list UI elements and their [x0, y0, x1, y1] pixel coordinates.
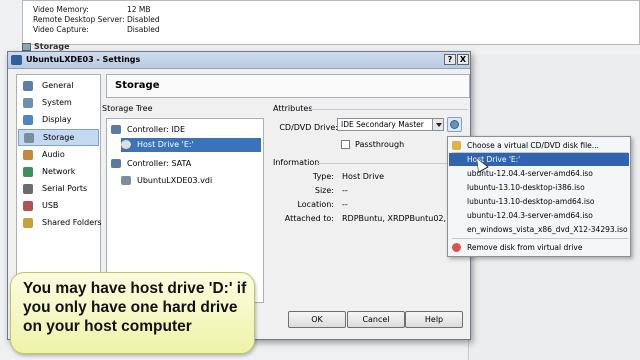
- menu-separator: [452, 238, 628, 239]
- menu-item-iso[interactable]: en_windows_vista_x86_dvd_X12-34293.iso: [449, 223, 629, 236]
- dialog-title: UbuntuLXDE03 - Settings: [26, 55, 141, 64]
- display-icon: [23, 115, 33, 125]
- info-value: --: [342, 186, 348, 195]
- nav-item-usb[interactable]: USB: [18, 198, 99, 215]
- info-label: Size:: [314, 186, 334, 195]
- info-value: RDPBuntu, XRDPBuntu02, DBA: [342, 214, 448, 223]
- nav-item-display[interactable]: Display: [18, 112, 99, 129]
- general-icon: [23, 81, 33, 91]
- close-button[interactable]: X: [457, 54, 469, 65]
- storage-tree-label: Storage Tree: [102, 104, 153, 113]
- info-label: Location:: [297, 200, 334, 209]
- menu-item-iso[interactable]: lubuntu-13.10-desktop-i386.iso: [449, 181, 629, 194]
- chevron-down-icon[interactable]: [432, 119, 443, 130]
- cd-drive-select[interactable]: IDE Secondary Master: [337, 118, 444, 131]
- nav-item-serial-ports[interactable]: Serial Ports: [18, 181, 99, 198]
- audio-icon: [23, 150, 33, 160]
- help-title-button[interactable]: ?: [444, 54, 456, 65]
- choose-disk-button[interactable]: [447, 117, 462, 132]
- info-value: Host Drive: [342, 172, 385, 181]
- storage-section-title: Storage: [34, 42, 70, 51]
- remove-disk-icon: [452, 243, 461, 252]
- cd-drive-value: IDE Secondary Master: [341, 120, 424, 129]
- menu-item-iso[interactable]: lubuntu-13.10-desktop-amd64.iso: [449, 195, 629, 208]
- divider: [318, 163, 468, 164]
- details-panel: Video Memory: 12 MB Remote Desktop Server…: [22, 0, 640, 45]
- detail-row: Video Memory: 12 MB: [33, 5, 151, 14]
- tree-vdi-disk[interactable]: UbuntuLXDE03.vdi: [121, 174, 261, 188]
- divider: [308, 109, 468, 110]
- network-icon: [23, 167, 33, 177]
- info-label: Attached to:: [284, 214, 334, 223]
- tree-host-drive[interactable]: Host Drive 'E:': [121, 138, 261, 152]
- info-label: Type:: [312, 172, 334, 181]
- nav-item-network[interactable]: Network: [18, 164, 99, 181]
- nav-item-storage[interactable]: Storage: [18, 129, 99, 146]
- ok-button[interactable]: OK: [288, 311, 346, 328]
- storage-icon: [24, 133, 34, 143]
- optical-drive-icon: [121, 140, 131, 149]
- passthrough-checkbox[interactable]: [341, 140, 350, 149]
- nav-item-audio[interactable]: Audio: [18, 147, 99, 164]
- information-label: Information: [273, 158, 320, 167]
- tree-controller-ide[interactable]: Controller: IDE: [111, 123, 261, 137]
- shared-folder-icon: [23, 218, 33, 228]
- sata-controller-icon: [111, 159, 121, 168]
- page-title: Storage: [115, 80, 160, 91]
- optical-disk-icon: [450, 120, 459, 129]
- tutorial-callout: You may have host drive 'D:' if you only…: [10, 272, 255, 354]
- nav-item-system[interactable]: System: [18, 95, 99, 112]
- help-button[interactable]: Help: [405, 311, 463, 328]
- detail-row: Remote Desktop Server: Disabled: [33, 15, 160, 24]
- serial-port-icon: [23, 184, 33, 194]
- nav-item-general[interactable]: General: [18, 78, 99, 95]
- attributes-label: Attributes: [273, 104, 313, 113]
- virtualbox-icon: [11, 55, 22, 65]
- menu-item-remove-disk[interactable]: Remove disk from virtual drive: [449, 241, 629, 254]
- info-value: --: [342, 200, 348, 209]
- cancel-button[interactable]: Cancel: [347, 311, 405, 328]
- cd-drive-label: CD/DVD Drive:: [279, 123, 338, 132]
- menu-item-choose-disk[interactable]: Choose a virtual CD/DVD disk file...: [449, 139, 629, 152]
- ide-controller-icon: [111, 125, 121, 134]
- menu-item-iso[interactable]: ubuntu-12.04.3-server-amd64.iso: [449, 209, 629, 222]
- nav-item-shared-folders[interactable]: Shared Folders: [18, 215, 102, 232]
- folder-icon: [452, 141, 461, 150]
- storage-section-icon: [22, 43, 31, 51]
- page-header: Storage: [106, 74, 470, 98]
- tree-controller-sata[interactable]: Controller: SATA: [111, 157, 261, 171]
- detail-row: Video Capture: Disabled: [33, 25, 160, 34]
- system-icon: [23, 98, 33, 108]
- hard-disk-icon: [121, 176, 131, 185]
- callout-text: You may have host drive 'D:' if you only…: [23, 280, 247, 335]
- disk-menu: Choose a virtual CD/DVD disk file... Hos…: [447, 136, 631, 257]
- title-bar: UbuntuLXDE03 - Settings ? X: [8, 52, 470, 69]
- passthrough-label: Passthrough: [355, 140, 405, 149]
- usb-icon: [23, 201, 33, 211]
